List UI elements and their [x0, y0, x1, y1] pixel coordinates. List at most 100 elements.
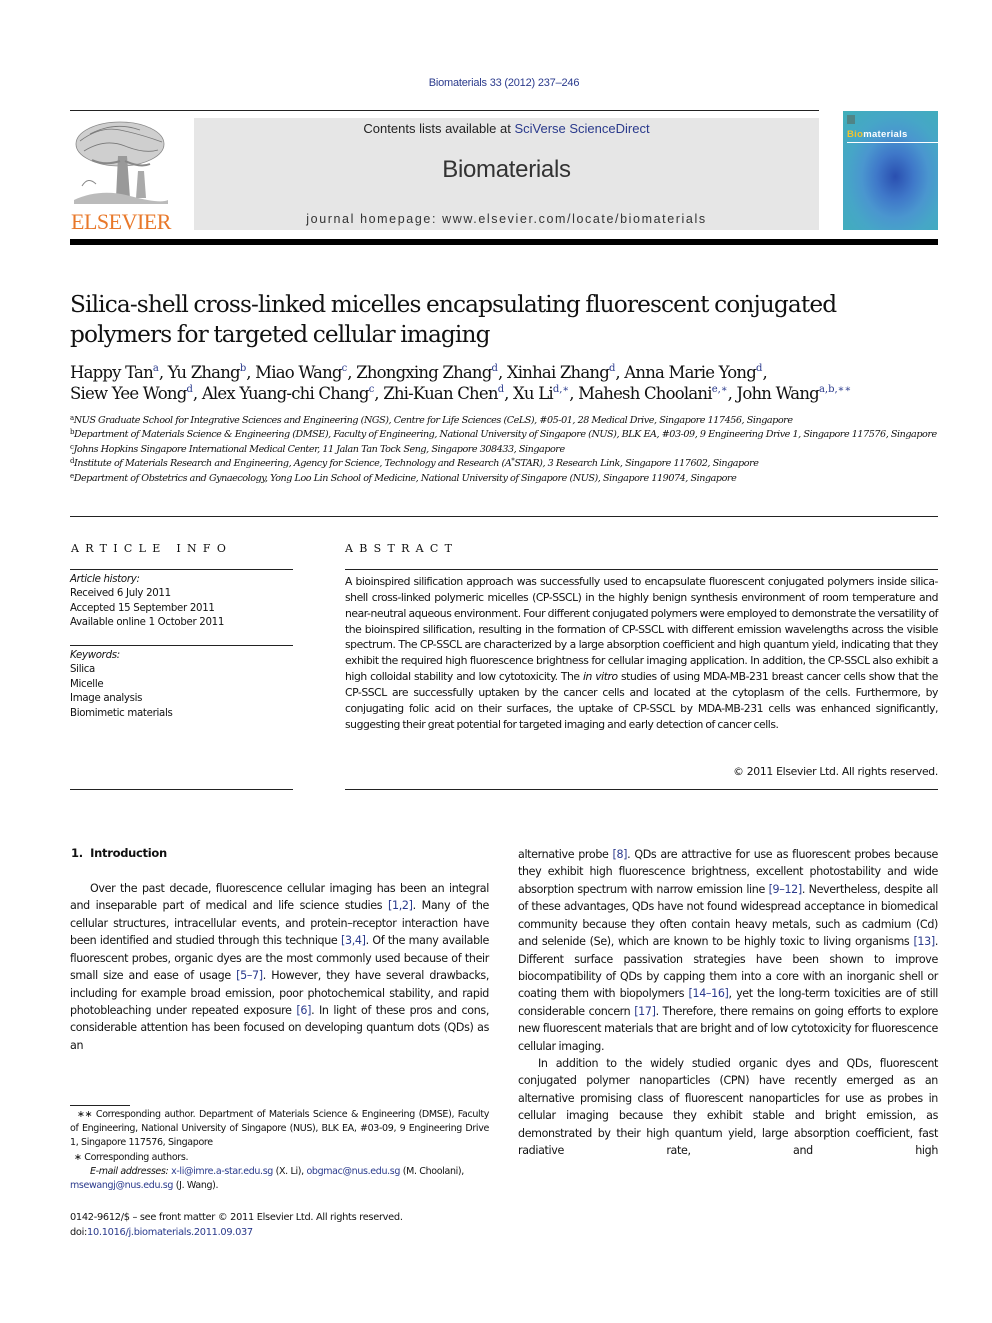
author-list: Happy Tana, Yu Zhangb, Miao Wangc, Zhong…	[70, 362, 950, 404]
author-name[interactable]: Anna Marie Yong	[624, 363, 757, 382]
footnote-rule	[70, 1105, 130, 1106]
author-separator: ,	[192, 384, 202, 403]
cover-rule	[847, 142, 938, 143]
affiliation-text: Johns Hopkins Singapore International Me…	[73, 443, 565, 455]
affiliation-b: bDepartment of Materials Science & Engin…	[70, 428, 942, 442]
reference-link[interactable]: [1,2]	[388, 899, 413, 912]
journal-banner: Contents lists available at SciVerse Sci…	[194, 118, 819, 230]
elsevier-wordmark: ELSEVIER	[71, 209, 171, 234]
author-affiliation-marker[interactable]: d,∗	[553, 384, 569, 395]
author-separator: ,	[762, 363, 767, 382]
footnotes: ∗∗ Corresponding author. Department of M…	[70, 1108, 489, 1193]
affiliation-text: Department of Materials Science & Engine…	[74, 429, 937, 441]
email-owner: (X. Li),	[273, 1165, 307, 1177]
author-name[interactable]: Xu Li	[513, 384, 554, 403]
issn-line: 0142-9612/$ – see front matter © 2011 El…	[70, 1212, 403, 1223]
journal-homepage-link[interactable]: journal homepage: www.elsevier.com/locat…	[194, 212, 819, 226]
footnote-emails: E-mail addresses: x-li@imre.a-star.edu.s…	[70, 1165, 489, 1193]
keywords: Keywords: Silica Micelle Image analysis …	[70, 649, 173, 721]
article-info-rule-3	[70, 789, 293, 790]
contents-prefix: Contents lists available at	[363, 121, 515, 136]
abstract-heading: ABSTRACT	[345, 542, 459, 555]
history-accepted: Accepted 15 September 2011	[70, 602, 215, 614]
author-separator: ,	[727, 384, 737, 403]
affiliation-text: Institute of Materials Research and Engi…	[74, 458, 512, 470]
doi-label: doi:	[70, 1226, 88, 1238]
reference-link[interactable]: [8]	[612, 848, 627, 861]
footnote-corresponding-authors: ∗ Corresponding authors.	[74, 1151, 189, 1163]
author-name[interactable]: Zhongxing Zhang	[356, 363, 492, 382]
cover-title: Biomaterials	[847, 129, 908, 140]
keyword-item: Biomimetic materials	[70, 707, 173, 719]
reference-link[interactable]: [9–12]	[769, 883, 803, 896]
sciencedirect-link[interactable]: SciVerse ScienceDirect	[514, 121, 649, 136]
abstract-rule-top	[345, 569, 938, 570]
author-name[interactable]: Alex Yuang-chi Chang	[202, 384, 370, 403]
contents-line: Contents lists available at SciVerse Sci…	[194, 121, 819, 136]
affiliation-e: eDepartment of Obstetrics and Gynaecolog…	[70, 472, 942, 486]
keywords-label: Keywords:	[70, 650, 120, 661]
abstract-rule-bottom	[345, 789, 938, 790]
author-name[interactable]: Happy Tan	[70, 363, 154, 382]
author-affiliation-marker[interactable]: a,b,∗∗	[819, 384, 851, 395]
reference-link[interactable]: [6]	[296, 1004, 311, 1017]
affiliation-d: dInstitute of Materials Research and Eng…	[70, 457, 942, 471]
author-separator: ,	[615, 363, 625, 382]
email-owner: (J. Wang).	[173, 1180, 219, 1192]
doi-line: doi:10.1016/j.biomaterials.2011.09.037	[70, 1226, 489, 1241]
article-title: Silica-shell cross-linked micelles encap…	[70, 290, 837, 348]
cover-title-rest: materials	[863, 129, 908, 140]
author-name[interactable]: Siew Yee Wong	[70, 384, 187, 403]
keyword-item: Silica	[70, 664, 96, 676]
article-info-rule-2	[70, 645, 293, 646]
email-link-choolani[interactable]: obgmac@nus.edu.sg	[306, 1166, 400, 1177]
author-separator: ,	[158, 363, 168, 382]
author-name[interactable]: Miao Wang	[255, 363, 342, 382]
article-info-rule-1	[70, 569, 293, 570]
abstract-text: A bioinspired silification approach was …	[345, 574, 938, 732]
intro-paragraph-1-cont: alternative probe [8]. QDs are attractiv…	[518, 846, 938, 1055]
article-info-heading: ARTICLE INFO	[71, 542, 233, 555]
author-separator: ,	[504, 384, 513, 403]
reference-link[interactable]: [13]	[913, 935, 935, 948]
author-name[interactable]: Zhi-Kuan Chen	[383, 384, 498, 403]
author-name[interactable]: Xinhai Zhang	[507, 363, 610, 382]
header-rule	[70, 110, 819, 111]
intro-paragraph-2: In addition to the widely studied organi…	[518, 1057, 938, 1158]
email-link-xli[interactable]: x-li@imre.a-star.edu.sg	[171, 1166, 273, 1177]
journal-citation[interactable]: Biomaterials 33 (2012) 237–246	[0, 77, 992, 89]
author-separator: ,	[374, 384, 384, 403]
header-thick-rule	[70, 239, 938, 245]
reference-link[interactable]: [5–7]	[236, 969, 263, 982]
affiliation-text-cont: STAR), 3 Research Link, Singapore 117602…	[514, 458, 759, 470]
abstract-copyright: © 2011 Elsevier Ltd. All rights reserved…	[733, 765, 938, 778]
affiliation-text: Department of Obstetrics and Gynaecology…	[73, 472, 737, 484]
cover-elsevier-icon	[847, 115, 855, 124]
keyword-item: Micelle	[70, 678, 104, 690]
intro-left-column: Over the past decade, fluorescence cellu…	[70, 880, 489, 1054]
elsevier-tree-icon	[74, 121, 168, 204]
author-name[interactable]: Yu Zhang	[168, 363, 241, 382]
author-separator: ,	[347, 363, 357, 382]
cover-title-highlight: Bio	[847, 129, 864, 140]
footnote-corresponding-author: ∗∗ Corresponding author. Department of M…	[70, 1109, 489, 1149]
email-link-wang[interactable]: msewangj@nus.edu.sg	[70, 1180, 173, 1191]
elsevier-logo[interactable]: ELSEVIER	[68, 116, 174, 234]
reference-link[interactable]: [3,4]	[341, 934, 366, 947]
reference-link[interactable]: [14–16]	[689, 987, 729, 1000]
author-name[interactable]: Mahesh Choolani	[578, 384, 712, 403]
email-label: E-mail addresses:	[90, 1165, 169, 1177]
publication-info: 0142-9612/$ – see front matter © 2011 El…	[70, 1211, 489, 1240]
abstract-italic: in vitro	[582, 670, 618, 684]
author-affiliation-marker[interactable]: e,∗	[712, 384, 728, 395]
section-rule	[70, 516, 938, 517]
reference-link[interactable]: [17]	[634, 1005, 656, 1018]
affiliation-text: NUS Graduate School for Integrative Scie…	[73, 415, 793, 426]
journal-cover-image[interactable]: Biomaterials	[843, 111, 938, 230]
doi-link[interactable]: 10.1016/j.biomaterials.2011.09.037	[87, 1227, 253, 1238]
article-history-label: Article history:	[70, 574, 140, 585]
author-name[interactable]: John Wang	[737, 384, 820, 403]
author-separator: ,	[497, 363, 507, 382]
keyword-item: Image analysis	[70, 693, 143, 705]
article-history: Article history: Received 6 July 2011 Ac…	[70, 573, 224, 631]
